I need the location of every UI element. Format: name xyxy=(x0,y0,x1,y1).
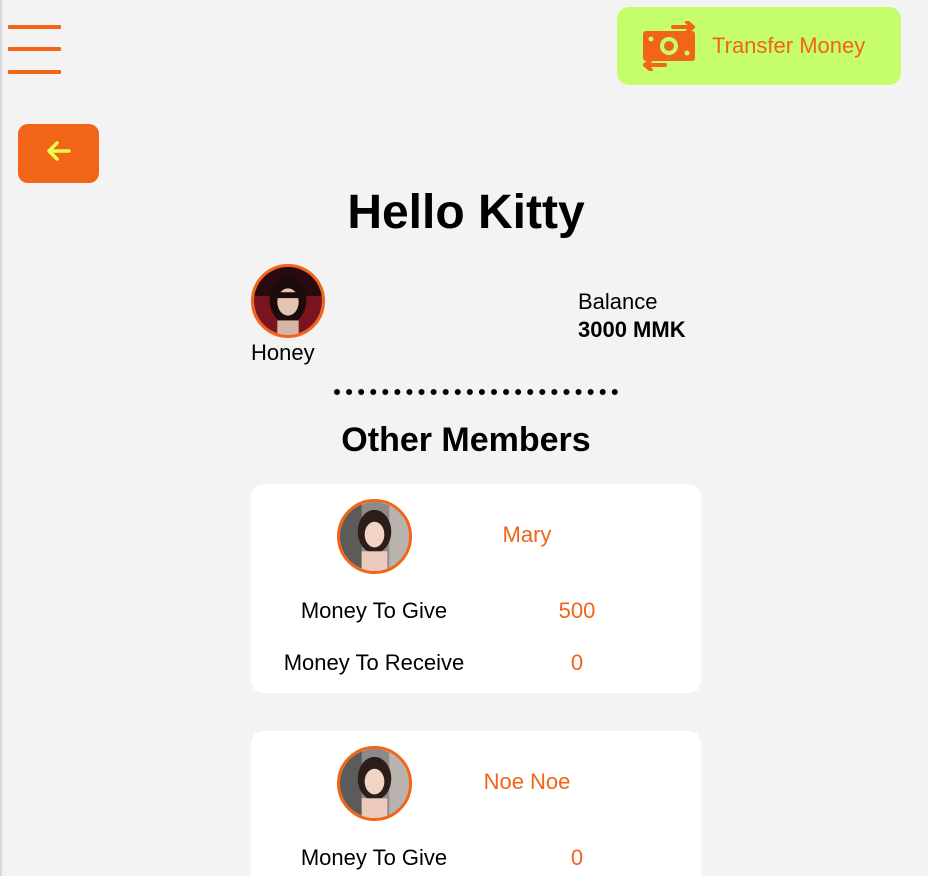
avatar xyxy=(337,746,412,821)
page-title: Hello Kitty xyxy=(347,186,585,239)
money-to-give-label: Money To Give xyxy=(300,845,448,870)
page: Transfer Money Hello Kitty Honey Balance… xyxy=(0,0,928,876)
money-transfer-icon xyxy=(641,20,699,72)
current-user-name: Honey xyxy=(251,340,315,365)
menu-bar xyxy=(8,70,61,74)
money-to-give-value: 0 xyxy=(570,845,584,870)
member-name: Mary xyxy=(502,522,552,547)
menu-bar xyxy=(8,25,61,29)
hamburger-menu-icon[interactable] xyxy=(8,25,62,77)
transfer-money-label: Transfer Money xyxy=(712,33,866,58)
member-name: Noe Noe xyxy=(483,769,571,794)
member-card[interactable]: Mary Money To Give 500 Money To Receive … xyxy=(251,484,701,693)
balance-value: 3000 MMK xyxy=(578,317,686,342)
back-button[interactable] xyxy=(18,124,99,183)
divider xyxy=(334,389,618,395)
avatar xyxy=(251,264,325,338)
arrow-left-icon xyxy=(46,140,72,167)
money-to-give-value: 500 xyxy=(558,598,596,623)
avatar xyxy=(337,499,412,574)
transfer-money-button[interactable]: Transfer Money xyxy=(617,7,901,85)
money-to-receive-value: 0 xyxy=(570,650,584,675)
member-card[interactable]: Noe Noe Money To Give 0 xyxy=(251,731,701,876)
section-title: Other Members xyxy=(341,421,591,459)
money-to-receive-label: Money To Receive xyxy=(283,650,465,675)
menu-bar xyxy=(8,47,61,51)
money-to-give-label: Money To Give xyxy=(300,598,448,623)
balance-label: Balance xyxy=(578,289,658,314)
